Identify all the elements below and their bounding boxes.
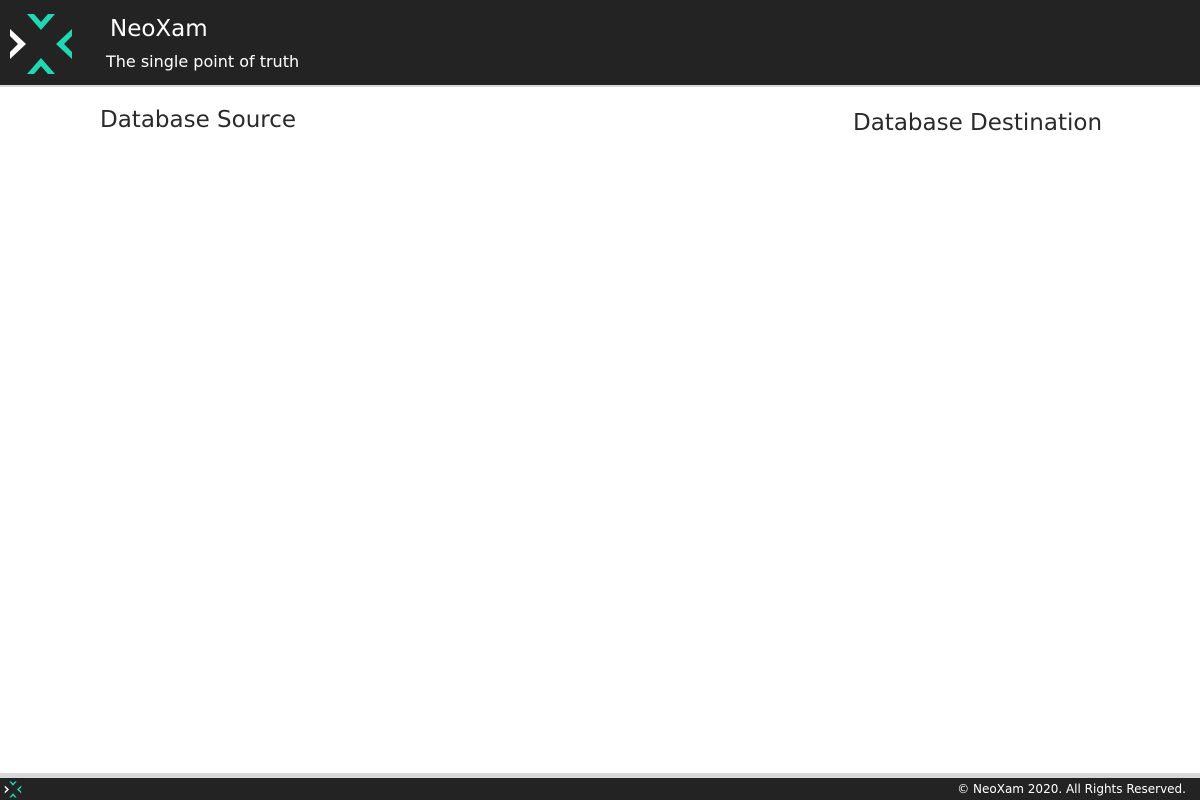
brand-tagline: The single point of truth [106,52,300,71]
neoxam-logo-icon [10,14,72,74]
database-source-heading: Database Source [100,107,297,133]
brand-title: NeoXam [110,16,208,42]
neoxam-logo-icon [4,781,22,798]
footer-bar: © NeoXam 2020. All Rights Reserved. [0,778,1200,800]
copyright-text: © NeoXam 2020. All Rights Reserved. [957,782,1186,796]
top-header-bar: NeoXam The single point of truth [0,0,1200,85]
page: NeoXam The single point of truth Databas… [0,0,1200,800]
header-divider [0,85,1200,87]
database-destination-heading: Database Destination [853,110,1103,136]
